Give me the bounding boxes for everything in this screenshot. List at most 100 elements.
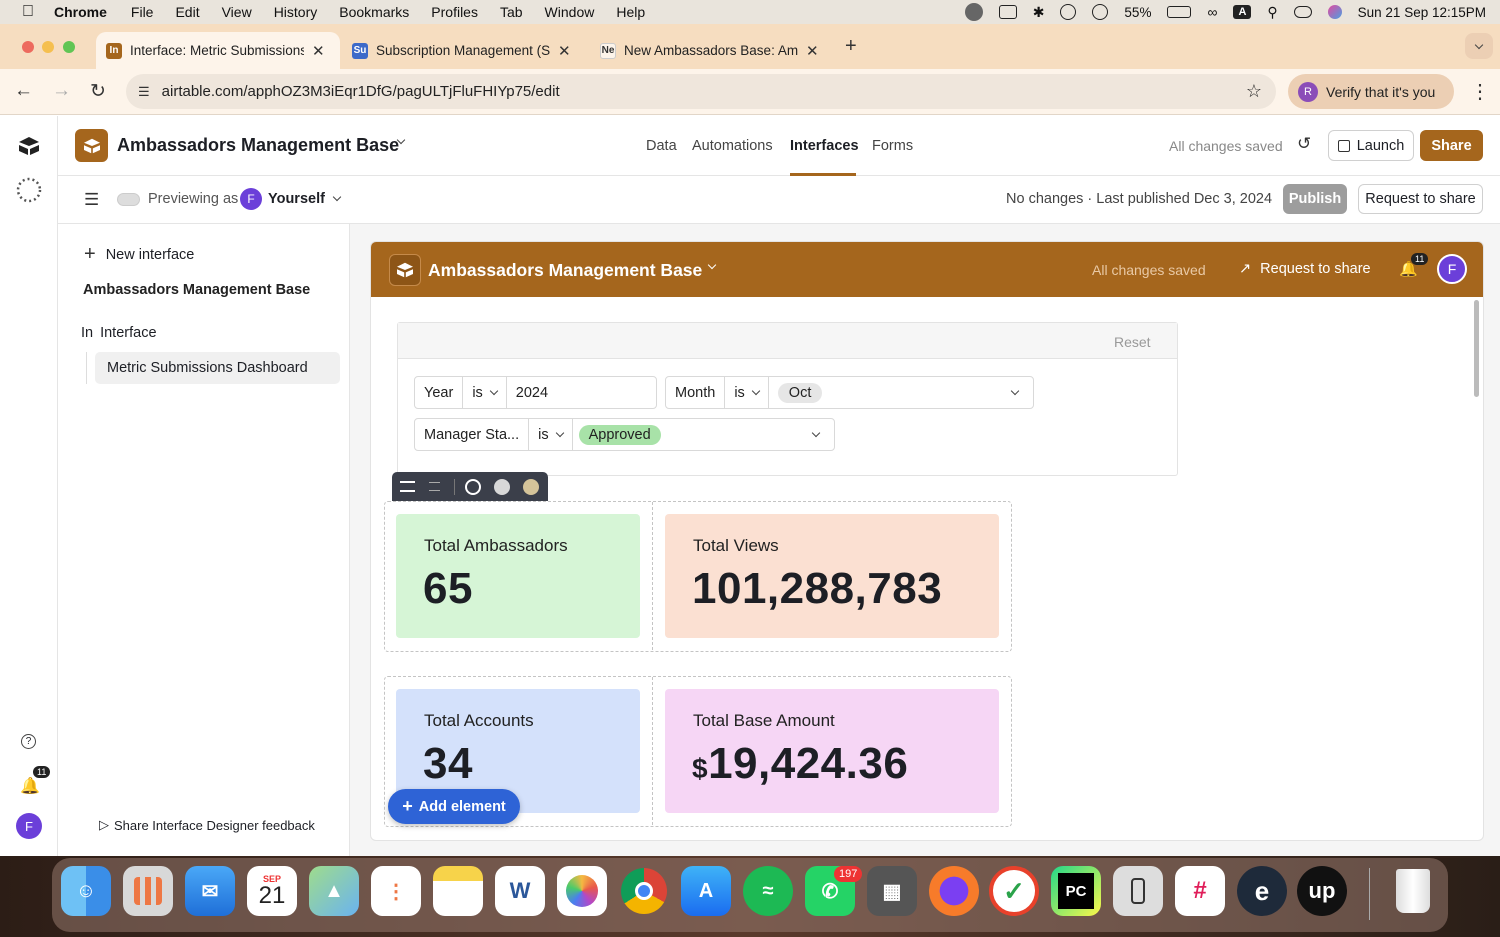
- notifications-bell-icon[interactable]: 🔔: [20, 776, 40, 796]
- metric-card-total-views[interactable]: Total Views 101,288,783: [665, 514, 999, 638]
- filter-manager-field[interactable]: Manager Sta...: [415, 419, 530, 450]
- forward-arrow-icon[interactable]: →: [52, 80, 71, 102]
- preview-user-selector[interactable]: F Yourself: [240, 188, 342, 210]
- request-to-share-button[interactable]: Request to share: [1358, 184, 1483, 214]
- bluetooth-icon[interactable]: ✱: [1033, 4, 1045, 21]
- airtable-logo-icon[interactable]: [17, 136, 41, 156]
- share-button[interactable]: Share: [1420, 130, 1483, 161]
- spotify-icon[interactable]: ≈: [743, 866, 793, 916]
- nav-interfaces[interactable]: Interfaces: [790, 138, 859, 154]
- sidebar-base-name[interactable]: Ambassadors Management Base: [83, 282, 310, 298]
- sidebar-group-interface[interactable]: In Interface: [81, 325, 157, 341]
- tan-color-swatch-icon[interactable]: [523, 478, 539, 495]
- close-tab-icon[interactable]: ✕: [312, 42, 325, 60]
- new-tab-button[interactable]: +: [845, 35, 857, 58]
- interface-title[interactable]: Ambassadors Management Base: [428, 260, 702, 281]
- nav-data[interactable]: Data: [646, 138, 677, 154]
- filter-month-operator[interactable]: is: [725, 377, 769, 408]
- filter-year-field[interactable]: Year: [415, 377, 464, 408]
- share-feedback-link[interactable]: ▷ Share Interface Designer feedback: [99, 817, 315, 833]
- user-avatar[interactable]: F: [16, 813, 42, 839]
- sidebar-item-metric-submissions[interactable]: Metric Submissions Dashboard: [95, 352, 340, 384]
- layout-compact-icon[interactable]: [429, 482, 440, 491]
- accessibility-icon[interactable]: [1060, 4, 1077, 20]
- finder-icon[interactable]: ☺: [61, 866, 111, 916]
- close-tab-icon[interactable]: ✕: [558, 42, 571, 60]
- notes-icon[interactable]: [433, 866, 483, 916]
- layout-full-width-icon[interactable]: [400, 481, 415, 492]
- menu-bookmarks[interactable]: Bookmarks: [339, 4, 409, 20]
- menu-profiles[interactable]: Profiles: [431, 4, 478, 20]
- menu-help[interactable]: Help: [616, 4, 645, 20]
- siri-icon[interactable]: [1327, 5, 1342, 19]
- close-tab-icon[interactable]: ✕: [806, 42, 819, 60]
- interface-user-avatar[interactable]: F: [1437, 254, 1467, 284]
- no-color-icon[interactable]: [465, 478, 481, 495]
- display-icon[interactable]: [998, 5, 1017, 19]
- photos-icon[interactable]: [557, 866, 607, 916]
- calculator-icon[interactable]: ▦: [867, 866, 917, 916]
- nav-automations[interactable]: Automations: [692, 138, 773, 154]
- iphone-mirroring-icon[interactable]: [1113, 866, 1163, 916]
- gray-color-swatch-icon[interactable]: [494, 478, 510, 495]
- address-bar[interactable]: ☰ airtable.com/apphOZ3M3iEqr1DfG/pagULTj…: [126, 74, 1276, 109]
- reset-filters-button[interactable]: Reset: [1114, 334, 1151, 350]
- menu-window[interactable]: Window: [545, 4, 595, 20]
- filter-manager-operator[interactable]: is: [529, 419, 573, 450]
- filter-month-field[interactable]: Month: [666, 377, 726, 408]
- preview-toggle[interactable]: [117, 193, 140, 206]
- site-settings-icon[interactable]: ☰: [138, 84, 150, 100]
- launch-button[interactable]: Launch: [1328, 130, 1414, 161]
- app-store-icon[interactable]: A: [681, 866, 731, 916]
- menubar-clock[interactable]: Sun 21 Sep 12:15PM: [1358, 5, 1486, 20]
- filter-manager-value-select[interactable]: Approved: [573, 419, 834, 450]
- apple-icon[interactable]: : [22, 3, 34, 21]
- battery-icon[interactable]: [1167, 6, 1192, 18]
- firefox-icon[interactable]: [929, 866, 979, 916]
- input-source-icon[interactable]: A: [1233, 5, 1252, 19]
- chrome-menu-icon[interactable]: ⋮: [1470, 79, 1490, 104]
- browser-tab-subscription[interactable]: Su Subscription Management (S ✕: [342, 32, 586, 69]
- menu-app-name[interactable]: Chrome: [54, 4, 107, 20]
- hamburger-menu-icon[interactable]: ☰: [84, 190, 99, 210]
- task-checkmark-app-icon[interactable]: ✓: [989, 866, 1039, 916]
- menu-tab[interactable]: Tab: [500, 4, 523, 20]
- interface-title-chevron-icon[interactable]: [707, 260, 717, 270]
- upwork-status-icon[interactable]: [964, 3, 983, 21]
- base-logo-icon[interactable]: [75, 129, 108, 162]
- minimize-window-button[interactable]: [42, 41, 54, 53]
- reload-icon[interactable]: ↻: [90, 80, 106, 103]
- verify-profile-button[interactable]: R Verify that it's you: [1288, 74, 1454, 109]
- menu-file[interactable]: File: [131, 4, 154, 20]
- launchpad-icon[interactable]: [123, 866, 173, 916]
- filter-year-operator[interactable]: is: [463, 377, 507, 408]
- scrollbar-thumb[interactable]: [1474, 300, 1479, 397]
- bookmark-star-icon[interactable]: ☆: [1246, 81, 1262, 102]
- back-arrow-icon[interactable]: ←: [14, 80, 33, 102]
- link-icon[interactable]: ∞: [1207, 4, 1217, 20]
- slack-icon[interactable]: #: [1175, 866, 1225, 916]
- reminders-icon[interactable]: ⋮: [371, 866, 421, 916]
- new-interface-button[interactable]: + New interface: [84, 243, 194, 266]
- spotlight-search-icon[interactable]: ⚲: [1267, 4, 1277, 21]
- address-bar-url[interactable]: airtable.com/apphOZ3M3iEqr1DfG/pagULTjFl…: [162, 83, 560, 100]
- browser-tab-new-ambassadors[interactable]: Ne New Ambassadors Base: Amb ✕: [590, 32, 834, 69]
- calendar-icon[interactable]: SEP 21: [247, 866, 297, 916]
- help-icon[interactable]: ?: [21, 734, 36, 749]
- maps-icon[interactable]: ▲: [309, 866, 359, 916]
- play-icon[interactable]: [1092, 4, 1109, 20]
- zoom-window-button[interactable]: [63, 41, 75, 53]
- metric-card-total-ambassadors[interactable]: Total Ambassadors 65: [396, 514, 640, 638]
- control-center-icon[interactable]: [1293, 6, 1312, 18]
- publish-button[interactable]: Publish: [1283, 184, 1347, 214]
- interface-request-share-button[interactable]: ↗ Request to share: [1239, 261, 1371, 277]
- tab-search-button[interactable]: [1465, 33, 1493, 59]
- menu-history[interactable]: History: [274, 4, 318, 20]
- menu-view[interactable]: View: [222, 4, 252, 20]
- base-name[interactable]: Ambassadors Management Base: [117, 135, 399, 156]
- close-window-button[interactable]: [22, 41, 34, 53]
- chrome-icon[interactable]: [619, 866, 669, 916]
- nav-forms[interactable]: Forms: [872, 138, 913, 154]
- menu-edit[interactable]: Edit: [175, 4, 199, 20]
- filter-year-value[interactable]: 2024: [507, 377, 557, 408]
